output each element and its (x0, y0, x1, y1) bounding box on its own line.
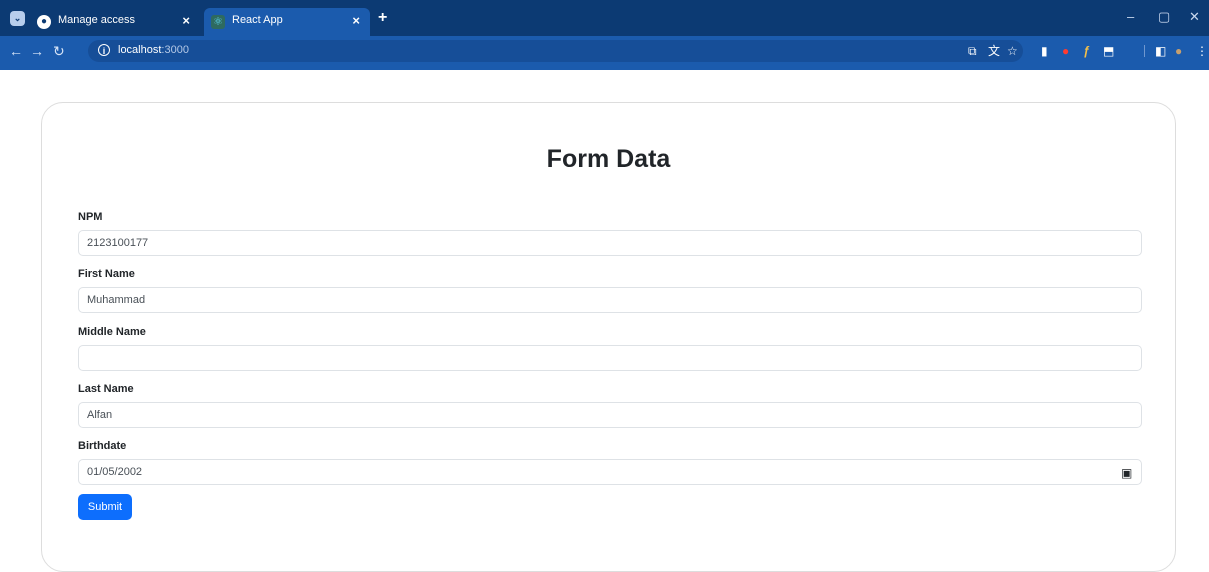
calendar-icon[interactable]: ▣ (1121, 466, 1132, 480)
new-tab-icon[interactable]: + (378, 10, 387, 26)
url-port: :3000 (161, 44, 189, 56)
bookmark-star-icon[interactable]: ☆ (1007, 44, 1018, 58)
birthdate-input[interactable] (78, 459, 1142, 485)
close-icon[interactable]: × (352, 13, 360, 28)
toolbar-divider (1144, 45, 1145, 57)
extensions-puzzle-icon[interactable]: ⬒ (1103, 44, 1114, 58)
profile-avatar[interactable]: ● (1175, 44, 1182, 58)
url-host: localhost (118, 44, 162, 56)
form-card: Form Data NPM First Name Middle Name Las… (41, 102, 1176, 572)
npm-input[interactable] (78, 230, 1142, 256)
cast-icon[interactable]: ⧉ (968, 44, 977, 58)
browser-toolbar: ← → ↻ i localhost:3000 ⧉ 文 ☆ ▮ ● ƒ ⬒ ◧ ●… (0, 36, 1209, 66)
side-panel-icon[interactable]: ◧ (1155, 44, 1166, 58)
close-icon[interactable]: × (182, 13, 190, 28)
translate-icon[interactable]: 文 (988, 44, 1000, 58)
address-bar[interactable]: i localhost:3000 (88, 40, 1023, 62)
site-info-icon[interactable]: i (98, 44, 110, 56)
close-window-icon[interactable]: ✕ (1189, 9, 1200, 25)
tab-manage-access[interactable]: ● Manage access × (30, 8, 200, 36)
tab-react-app[interactable]: ⚛ React App × (204, 8, 370, 36)
birthdate-label: Birthdate (78, 440, 127, 452)
page-title: Form Data (546, 145, 671, 173)
npm-label: NPM (78, 211, 103, 223)
toolbar-edge (0, 66, 1209, 70)
reload-icon[interactable]: ↻ (53, 43, 65, 59)
github-icon: ● (37, 15, 51, 29)
back-icon[interactable]: ← (9, 43, 23, 59)
first-name-input[interactable] (78, 287, 1142, 313)
extension-red-icon[interactable]: ● (1062, 44, 1069, 58)
tab-title: Manage access (58, 14, 136, 26)
tab-strip: ⌄ ● Manage access × ⚛ React App × + – ▢ … (0, 0, 1209, 36)
submit-button[interactable]: Submit (78, 494, 132, 520)
restore-icon[interactable]: ▢ (1158, 9, 1170, 25)
url-text: localhost:3000 (118, 44, 189, 56)
middle-name-label: Middle Name (78, 326, 146, 338)
tab-title: React App (232, 14, 283, 26)
forward-icon[interactable]: → (30, 43, 44, 59)
last-name-label: Last Name (78, 383, 134, 395)
minimize-icon[interactable]: – (1127, 9, 1134, 24)
extension-script-icon[interactable]: ƒ (1083, 44, 1090, 58)
tab-search-icon[interactable]: ⌄ (10, 11, 25, 26)
react-icon: ⚛ (211, 15, 225, 29)
last-name-input[interactable] (78, 402, 1142, 428)
extension-doc-icon[interactable]: ▮ (1041, 44, 1048, 58)
first-name-label: First Name (78, 268, 135, 280)
middle-name-input[interactable] (78, 345, 1142, 371)
menu-kebab-icon[interactable]: ⋮ (1196, 44, 1208, 58)
